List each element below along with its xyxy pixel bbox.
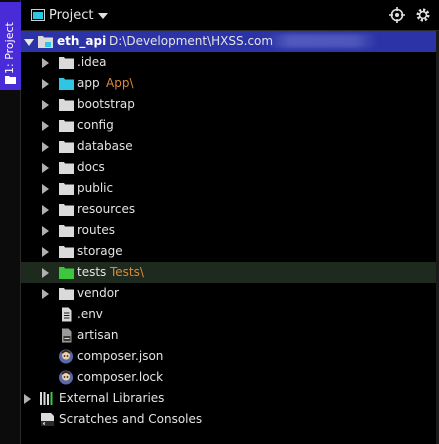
test-folder-icon	[59, 267, 74, 279]
view-selector-label[interactable]: Project	[49, 8, 93, 23]
project-toolbar: Project	[21, 0, 439, 31]
collapsed-arrow-icon[interactable]	[24, 394, 31, 404]
folder-icon	[59, 246, 74, 258]
tree-row-folder[interactable]: .idea	[21, 52, 439, 73]
tree-item-label: bootstrap	[77, 97, 135, 111]
composer-icon	[59, 370, 73, 385]
locate-icon[interactable]	[389, 7, 405, 23]
tool-window-stripe: 1: Project	[0, 0, 21, 444]
tree-row-folder[interactable]: tests Tests\	[21, 262, 439, 283]
tree-item-label: storage	[77, 244, 123, 258]
root-project-path: D:\Development\HXSS.com	[109, 34, 274, 48]
namespace-marker: App\	[106, 76, 134, 90]
text-file-icon	[62, 307, 72, 322]
collapsed-arrow-icon[interactable]	[42, 79, 49, 89]
gear-icon[interactable]	[415, 7, 431, 23]
collapsed-arrow-icon[interactable]	[42, 142, 49, 152]
tree-row-folder[interactable]: routes	[21, 220, 439, 241]
tree-item-label: composer.json	[77, 349, 164, 363]
project-tool-window-tab[interactable]: 1: Project	[0, 2, 21, 90]
tree-row-external-libraries[interactable]: External Libraries	[21, 388, 439, 409]
folder-icon	[59, 162, 74, 174]
tree-row-folder[interactable]: public	[21, 178, 439, 199]
tree-row-folder[interactable]: storage	[21, 241, 439, 262]
tree-item-label: artisan	[77, 328, 119, 342]
collapsed-arrow-icon[interactable]	[42, 226, 49, 236]
tree-item-label: config	[77, 118, 114, 132]
tree-row-folder[interactable]: database	[21, 136, 439, 157]
collapsed-arrow-icon[interactable]	[42, 289, 49, 299]
folder-icon	[59, 225, 74, 237]
expanded-arrow-icon[interactable]	[24, 39, 34, 46]
library-icon	[40, 392, 53, 405]
collapsed-arrow-icon[interactable]	[42, 184, 49, 194]
tree-row-file[interactable]: composer.lock	[21, 367, 439, 388]
project-tab-label: 1: Project	[3, 22, 16, 74]
tree-row-file[interactable]: .env	[21, 304, 439, 325]
folder-icon	[59, 141, 74, 153]
collapsed-arrow-icon[interactable]	[42, 247, 49, 257]
redacted-region	[267, 34, 377, 48]
tree-row-root[interactable]: eth_api D:\Development\HXSS.com	[21, 31, 439, 52]
collapsed-arrow-icon[interactable]	[42, 121, 49, 131]
chevron-down-icon[interactable]	[98, 13, 108, 19]
tree-item-label: resources	[77, 202, 136, 216]
tree-row-scratches[interactable]: Scratches and Consoles	[21, 409, 439, 430]
root-project-name: eth_api	[57, 34, 107, 48]
source-folder-icon	[59, 78, 74, 90]
tree-item-label: composer.lock	[77, 370, 164, 384]
tree-item-label: database	[77, 139, 133, 153]
namespace-marker: Tests\	[110, 265, 144, 279]
tree-row-file[interactable]: artisan	[21, 325, 439, 346]
folder-icon	[59, 99, 74, 111]
tree-item-label: routes	[77, 223, 115, 237]
tree-item-label: tests	[77, 265, 107, 279]
tree-item-label: docs	[77, 160, 105, 174]
project-view-icon	[31, 9, 45, 21]
module-folder-icon	[38, 36, 53, 48]
tree-row-folder[interactable]: docs	[21, 157, 439, 178]
collapsed-arrow-icon[interactable]	[42, 163, 49, 173]
scratches-icon	[41, 413, 54, 426]
tree-row-folder[interactable]: bootstrap	[21, 94, 439, 115]
tree-item-label: .env	[77, 307, 103, 321]
script-file-icon	[62, 328, 72, 343]
tree-row-folder[interactable]: app App\	[21, 73, 439, 94]
collapsed-arrow-icon[interactable]	[42, 205, 49, 215]
folder-icon	[59, 288, 74, 300]
tree-item-label: public	[77, 181, 114, 195]
collapsed-arrow-icon[interactable]	[42, 268, 49, 278]
folder-icon	[59, 57, 74, 69]
tree-row-folder[interactable]: config	[21, 115, 439, 136]
tree-item-label: app	[77, 76, 100, 90]
folder-icon	[59, 120, 74, 132]
scratches-label: Scratches and Consoles	[59, 412, 203, 426]
tree-row-folder[interactable]: resources	[21, 199, 439, 220]
collapsed-arrow-icon[interactable]	[42, 100, 49, 110]
collapsed-arrow-icon[interactable]	[42, 58, 49, 68]
folder-icon	[59, 183, 74, 195]
project-tree: eth_api D:\Development\HXSS.com .idea ap…	[21, 31, 439, 444]
tree-item-label: vendor	[77, 286, 119, 300]
folder-icon	[5, 76, 16, 84]
external-libraries-label: External Libraries	[59, 391, 165, 405]
folder-icon	[59, 204, 74, 216]
tree-item-label: .idea	[77, 55, 107, 69]
composer-icon	[59, 349, 73, 364]
tree-row-folder[interactable]: vendor	[21, 283, 439, 304]
tree-row-file[interactable]: composer.json	[21, 346, 439, 367]
